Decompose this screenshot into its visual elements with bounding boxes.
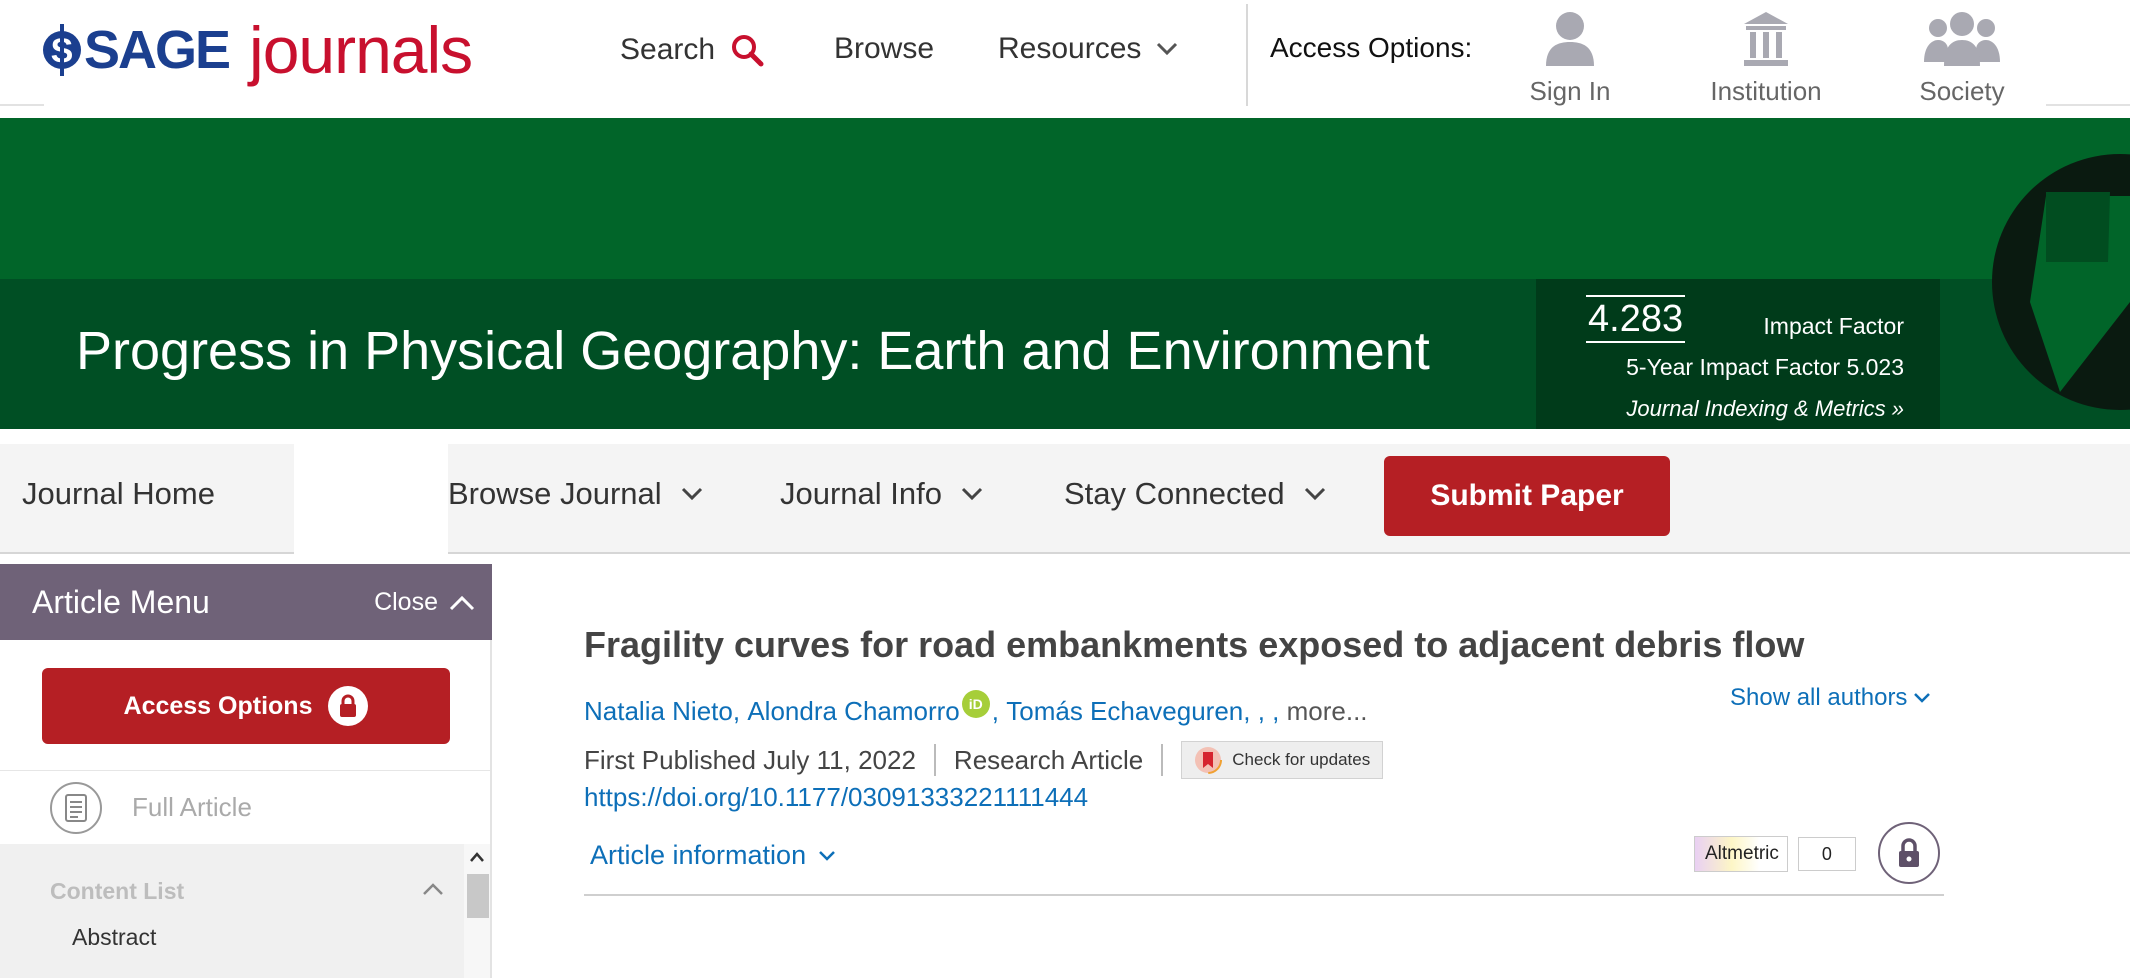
article-menu-close-button[interactable]: Close — [374, 588, 476, 617]
access-options-button[interactable]: Access Options — [42, 668, 450, 744]
society-button[interactable]: Society — [1882, 10, 2042, 110]
lock-icon — [1899, 838, 1919, 867]
show-all-authors-toggle[interactable]: Show all authors — [1730, 684, 1931, 712]
search-nav-label: Search — [620, 33, 716, 66]
full-article-label: Full Article — [132, 792, 252, 822]
article-menu-header: Article Menu Close — [0, 564, 492, 640]
journal-metrics-box: 4.283 Impact Factor 5-Year Impact Factor… — [1536, 279, 1940, 429]
chevron-down-icon — [961, 487, 983, 501]
chevron-down-icon — [681, 487, 702, 501]
show-all-authors-label: Show all authors — [1730, 684, 1908, 711]
logo-journals-text: journals — [249, 13, 473, 87]
check-for-updates-button[interactable]: Check for updates — [1181, 741, 1384, 779]
resources-nav-dropdown[interactable]: Resources — [998, 32, 1179, 66]
institution-icon — [1744, 12, 1788, 66]
search-nav-button[interactable]: Search — [620, 32, 765, 68]
author-link[interactable]: Natalia Nieto — [584, 696, 733, 727]
journal-home-label: Journal Home — [22, 476, 215, 511]
article-meta-row: First Published July 11, 2022 Research A… — [584, 740, 1384, 780]
author-link[interactable]: Tomás Echaveguren — [1006, 696, 1243, 727]
author-separator: , — [732, 695, 741, 726]
sign-in-label: Sign In — [1529, 76, 1611, 106]
site-header: S SAGE journals Search Browse Resources … — [0, 0, 2130, 118]
sign-in-button[interactable]: Sign In — [1490, 10, 1650, 110]
chevron-down-icon — [1157, 42, 1178, 56]
logo-sage-text: SAGE — [84, 20, 231, 80]
article-header-divider — [584, 894, 1944, 896]
access-lock-button[interactable] — [1878, 822, 1940, 884]
journal-info-label: Journal Info — [780, 476, 942, 511]
chevron-down-icon — [1914, 693, 1931, 703]
article-type: Research Article — [953, 744, 1144, 775]
impact-factor-value: 4.283 — [1586, 295, 1686, 343]
article-information-label: Article information — [590, 840, 807, 870]
content-list-item-abstract[interactable]: Abstract — [72, 924, 156, 951]
chevron-down-icon — [819, 850, 835, 861]
article-title: Fragility curves for road embankments ex… — [584, 624, 1805, 665]
altmetric-count: 0 — [1797, 837, 1856, 871]
browse-journal-label: Browse Journal — [448, 476, 662, 511]
author-separator: , — [991, 695, 999, 726]
journal-title[interactable]: Progress in Physical Geography: Earth an… — [76, 320, 1430, 382]
sage-journals-logo[interactable]: S SAGE journals — [42, 13, 473, 87]
resources-nav-label: Resources — [998, 32, 1142, 65]
author-link[interactable]: Alondra Chamorro — [747, 696, 959, 727]
journal-indexing-link[interactable]: Journal Indexing & Metrics » — [1626, 396, 1904, 422]
altmetric-widget[interactable]: Altmetric 0 — [1694, 836, 1856, 872]
browse-nav-link[interactable]: Browse — [834, 32, 934, 66]
browse-journal-dropdown[interactable]: Browse Journal — [448, 476, 704, 512]
document-icon — [50, 781, 102, 834]
journal-home-link[interactable]: Journal Home — [22, 476, 215, 512]
society-icon — [1924, 12, 2000, 66]
chevron-down-icon — [1304, 487, 1325, 501]
journal-nav-spacer — [294, 444, 448, 554]
chevron-up-icon[interactable] — [422, 882, 444, 896]
institution-label: Institution — [1710, 76, 1822, 106]
browse-nav-label: Browse — [834, 32, 935, 65]
journal-banner: Progress in Physical Geography: Earth an… — [0, 118, 2130, 429]
meta-divider — [933, 744, 936, 776]
sage-logo-mark-icon: S — [42, 22, 82, 78]
banner-decorative-graphic — [1992, 154, 2130, 410]
article-information-toggle[interactable]: Article information — [590, 840, 836, 871]
header-divider — [1246, 4, 1248, 106]
full-article-link[interactable]: Full Article — [0, 770, 490, 844]
submit-paper-button[interactable]: Submit Paper — [1384, 456, 1670, 536]
altmetric-badge: Altmetric — [1694, 836, 1788, 872]
article-menu-close-label: Close — [374, 588, 438, 616]
author-separator: , , , — [1243, 695, 1280, 726]
header-underline-left — [0, 104, 44, 106]
header-underline-right — [2046, 104, 2130, 106]
author-list: Natalia Nieto , Alondra Chamorro iD, Tomá… — [584, 690, 1368, 732]
orcid-icon[interactable]: iD — [961, 690, 990, 718]
article-menu-title: Article Menu — [32, 584, 210, 620]
more-authors-link[interactable]: more... — [1287, 696, 1368, 727]
content-list-panel: Content List Abstract — [0, 844, 464, 978]
lock-icon — [328, 686, 369, 726]
stay-connected-label: Stay Connected — [1064, 476, 1285, 511]
stay-connected-dropdown[interactable]: Stay Connected — [1064, 476, 1327, 512]
society-label: Society — [1919, 76, 2005, 106]
access-options-button-label: Access Options — [123, 691, 313, 720]
check-for-updates-label: Check for updates — [1232, 750, 1371, 769]
scrollbar-thumb[interactable] — [467, 874, 489, 918]
journal-nav-bar: Journal Home Browse Journal Journal Info… — [0, 444, 2130, 554]
journal-info-dropdown[interactable]: Journal Info — [780, 476, 984, 512]
meta-divider — [1161, 744, 1164, 776]
content-list-scrollbar[interactable] — [464, 844, 490, 978]
doi-link[interactable]: https://doi.org/10.1177/0309133322111144… — [584, 782, 1088, 813]
crossmark-icon — [1194, 746, 1223, 774]
article-menu-sidebar: Article Menu Close Access Options Full A… — [0, 564, 492, 978]
access-options-label: Access Options: — [1270, 32, 1473, 63]
impact-factor-label: Impact Factor — [1763, 313, 1904, 339]
institution-button[interactable]: Institution — [1686, 10, 1846, 110]
scroll-up-arrow-icon[interactable] — [470, 852, 484, 862]
user-icon — [1546, 12, 1594, 66]
content-list-title: Content List — [50, 878, 185, 904]
chevron-up-icon — [449, 595, 475, 610]
first-published-date: First Published July 11, 2022 — [584, 744, 916, 775]
search-icon — [732, 35, 764, 67]
five-year-impact-factor: 5-Year Impact Factor 5.023 — [1626, 354, 1904, 380]
